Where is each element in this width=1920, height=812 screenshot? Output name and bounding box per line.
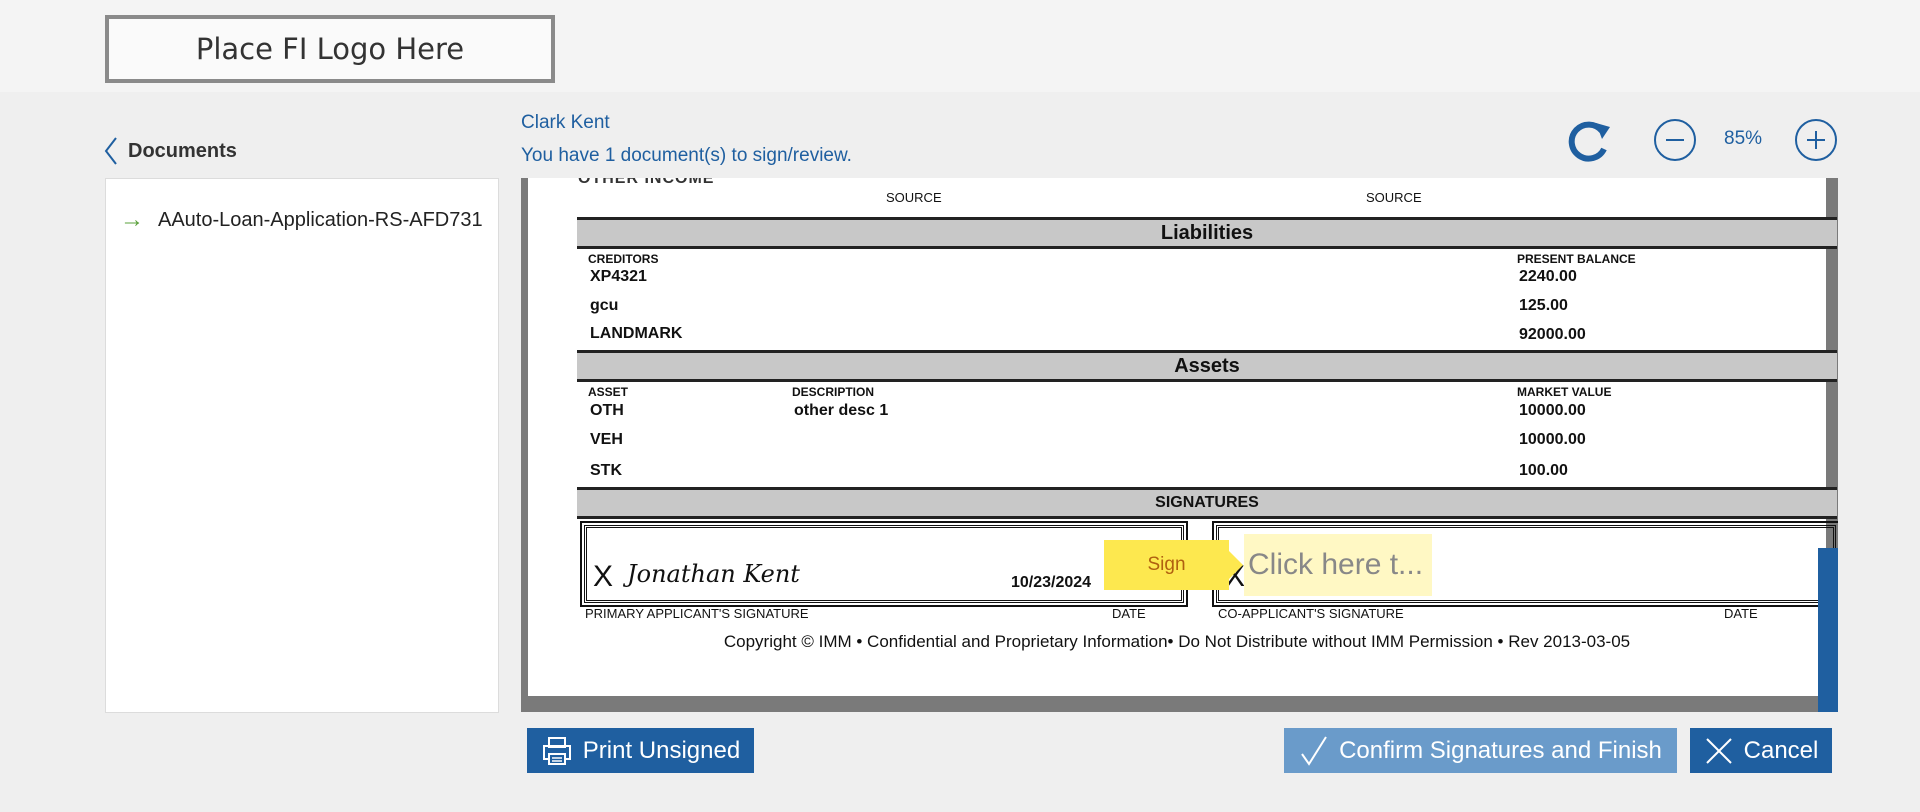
document-list-item[interactable]: → AAuto-Loan-Application-RS-AFD731 bbox=[120, 206, 483, 234]
market-value-column: MARKET VALUE bbox=[1517, 385, 1612, 399]
creditor-cell: XP4321 bbox=[590, 268, 647, 285]
signatures-header: SIGNATURES bbox=[577, 487, 1837, 519]
confirm-signatures-label: Confirm Signatures and Finish bbox=[1339, 736, 1662, 764]
date-label: DATE bbox=[1724, 606, 1758, 621]
viewer-scrollbar-thumb[interactable] bbox=[1818, 548, 1838, 712]
logo-placeholder: Place FI Logo Here bbox=[105, 15, 555, 83]
print-unsigned-label: Print Unsigned bbox=[582, 736, 741, 764]
close-icon bbox=[1704, 736, 1734, 766]
check-icon bbox=[1299, 734, 1329, 768]
asset-value-cell: 10000.00 bbox=[1519, 402, 1586, 419]
top-bar: Place FI Logo Here bbox=[0, 0, 1920, 92]
creditor-cell: gcu bbox=[590, 297, 619, 314]
chevron-left-icon[interactable] bbox=[104, 136, 118, 166]
document-viewer[interactable]: OTHER INCOME SOURCE SOURCE Liabilities C… bbox=[521, 178, 1838, 712]
document-name[interactable]: AAuto-Loan-Application-RS-AFD731 bbox=[158, 209, 483, 232]
date-label: DATE bbox=[1112, 606, 1146, 621]
asset-cell: VEH bbox=[590, 431, 623, 448]
balance-cell: 92000.00 bbox=[1519, 326, 1586, 343]
creditor-cell: LANDMARK bbox=[590, 325, 683, 342]
cancel-button[interactable]: Cancel bbox=[1690, 728, 1832, 773]
description-column: DESCRIPTION bbox=[792, 385, 875, 399]
coapplicant-signature-label: CO-APPLICANT'S SIGNATURE bbox=[1218, 606, 1404, 621]
arrow-right-icon: → bbox=[120, 206, 144, 233]
printer-icon bbox=[541, 735, 573, 767]
asset-description-cell: other desc 1 bbox=[794, 402, 889, 419]
primary-signature-label: PRIMARY APPLICANT'S SIGNATURE bbox=[585, 606, 809, 621]
confirm-signatures-button[interactable]: Confirm Signatures and Finish bbox=[1284, 728, 1677, 773]
asset-cell: OTH bbox=[590, 402, 624, 419]
zoom-out-button[interactable] bbox=[1654, 119, 1696, 161]
sign-review-message: You have 1 document(s) to sign/review. bbox=[521, 145, 852, 166]
zoom-level: 85% bbox=[1724, 128, 1763, 149]
primary-signature-date: 10/23/2024 bbox=[1011, 574, 1092, 591]
asset-cell: STK bbox=[590, 462, 622, 479]
asset-column: ASSET bbox=[588, 385, 629, 399]
source-label-right: SOURCE bbox=[1366, 190, 1422, 205]
document-page: OTHER INCOME SOURCE SOURCE Liabilities C… bbox=[528, 178, 1838, 696]
source-label-left: SOURCE bbox=[886, 190, 942, 205]
sign-tag[interactable]: Sign bbox=[1104, 540, 1243, 590]
present-balance-column: PRESENT BALANCE bbox=[1517, 252, 1636, 266]
liabilities-header: Liabilities bbox=[577, 217, 1837, 249]
creditors-column: CREDITORS bbox=[588, 252, 659, 266]
print-unsigned-button[interactable]: Print Unsigned bbox=[527, 728, 754, 773]
cancel-label: Cancel bbox=[1743, 736, 1819, 764]
document-list: → AAuto-Loan-Application-RS-AFD731 bbox=[105, 178, 499, 713]
zoom-in-button[interactable] bbox=[1795, 119, 1837, 161]
coapplicant-signature-field[interactable]: Click here t... bbox=[1244, 534, 1432, 596]
primary-signature-box: X Jonathan Kent 10/23/2024 bbox=[580, 521, 1188, 607]
copyright-text: Copyright © IMM • Confidential and Propr… bbox=[723, 632, 1631, 651]
asset-value-cell: 100.00 bbox=[1519, 462, 1568, 479]
other-income-label: OTHER INCOME bbox=[578, 178, 715, 187]
minus-icon bbox=[1666, 139, 1684, 141]
assets-header: Assets bbox=[577, 350, 1837, 382]
asset-value-cell: 10000.00 bbox=[1519, 431, 1586, 448]
documents-header[interactable]: Documents bbox=[104, 136, 237, 166]
primary-signature: Jonathan Kent bbox=[627, 560, 800, 588]
signature-x-mark: X bbox=[593, 560, 614, 593]
plus-icon-vertical bbox=[1815, 131, 1817, 149]
refresh-icon[interactable] bbox=[1562, 117, 1614, 165]
user-name: Clark Kent bbox=[521, 112, 610, 133]
balance-cell: 125.00 bbox=[1519, 297, 1568, 314]
documents-title: Documents bbox=[128, 139, 237, 162]
balance-cell: 2240.00 bbox=[1519, 268, 1577, 285]
